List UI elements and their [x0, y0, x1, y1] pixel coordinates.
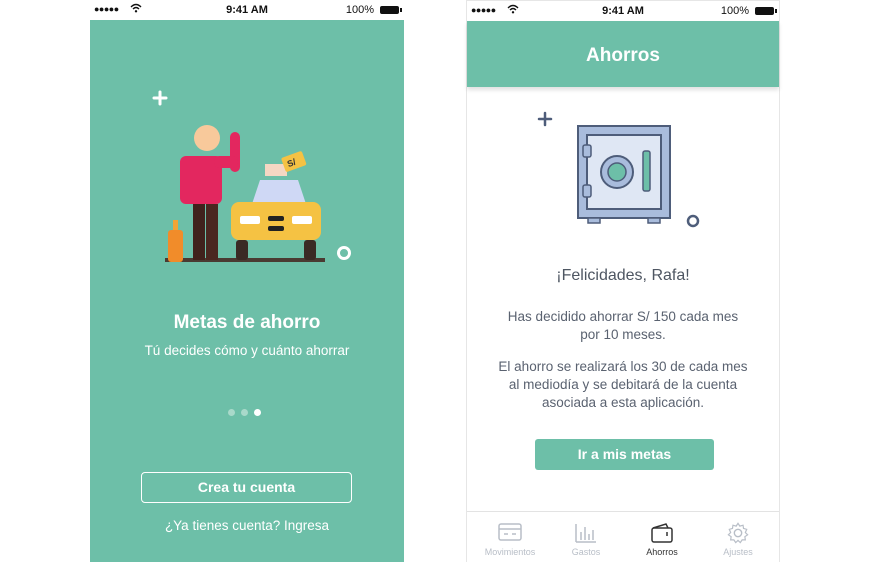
- battery-icon: [755, 7, 777, 15]
- safe-icon: [577, 125, 671, 224]
- page-indicator[interactable]: [228, 403, 267, 421]
- safe-illustration: [537, 111, 700, 228]
- status-bar: ●●●●● 9:41 AM 100%: [90, 0, 404, 20]
- savings-screen: ●●●●● 9:41 AM 100% Ahorros ¡Felicidades,…: [466, 0, 780, 563]
- page-title: Ahorros: [586, 45, 660, 66]
- plus-decoration-icon: [152, 90, 168, 106]
- debit-details: El ahorro se realizará los 30 de cada me…: [498, 359, 748, 410]
- battery-percent: 100%: [720, 5, 749, 17]
- congrats-heading: ¡Felicidades, Rafa!: [556, 267, 690, 284]
- tab-label: Ahorros: [646, 547, 678, 557]
- plus-decoration-icon: [537, 111, 553, 127]
- header-bar: Ahorros: [467, 21, 779, 87]
- onboarding-panel: S/ Metas de ahorro Tú decides cómo y cuá…: [90, 20, 404, 562]
- onboarding-title: Metas de ahorro: [173, 312, 321, 333]
- bottle-icon: [168, 230, 183, 262]
- car-icon: [231, 164, 321, 260]
- wallet-icon: [651, 523, 673, 543]
- page-dot-3[interactable]: [254, 409, 261, 416]
- go-to-goals-button[interactable]: Ir a mis metas: [535, 439, 714, 470]
- savings-summary: Has decidido ahorrar S/ 150 cada mes por…: [507, 309, 739, 342]
- gear-icon: [727, 522, 749, 544]
- ring-decoration-icon: [686, 214, 700, 228]
- onboarding-screen: ●●●●● 9:41 AM 100% S/ Metas de ahorro Tú…: [90, 0, 404, 562]
- savings-illustration: S/: [152, 90, 351, 262]
- onboarding-subtitle: Tú decides cómo y cuánto ahorrar: [144, 343, 350, 358]
- bar-chart-icon: [575, 524, 596, 543]
- battery-icon: [380, 6, 402, 14]
- create-account-button[interactable]: Crea tu cuenta: [141, 472, 352, 503]
- login-link[interactable]: ¿Ya tienes cuenta? Ingresa: [90, 518, 404, 533]
- tab-ahorros[interactable]: Ahorros: [623, 512, 701, 563]
- tab-bar: Movimientos Gastos Ahorros Ajustes: [467, 511, 779, 563]
- tab-gastos[interactable]: Gastos: [547, 512, 625, 563]
- person-icon: [180, 125, 240, 260]
- battery-percent: 100%: [345, 4, 374, 16]
- tab-label: Gastos: [571, 547, 601, 557]
- status-bar: ●●●●● 9:41 AM 100%: [467, 1, 779, 21]
- page-dot-2[interactable]: [241, 409, 248, 416]
- tab-movimientos[interactable]: Movimientos: [471, 512, 549, 563]
- tab-ajustes[interactable]: Ajustes: [699, 512, 777, 563]
- page-dot-1[interactable]: [228, 409, 235, 416]
- tab-label: Movimientos: [484, 547, 536, 557]
- card-icon: [498, 523, 522, 541]
- tab-label: Ajustes: [723, 547, 753, 557]
- ring-decoration-icon: [337, 246, 351, 260]
